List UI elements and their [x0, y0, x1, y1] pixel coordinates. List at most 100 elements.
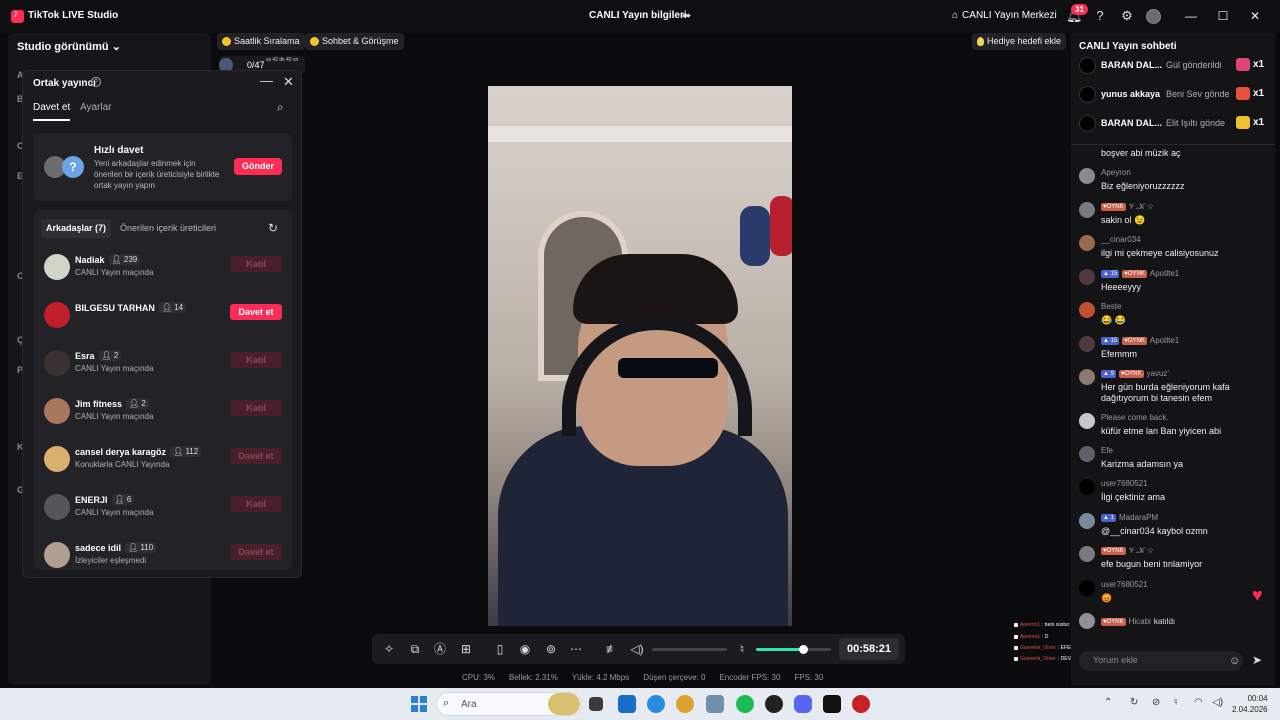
microphone-icon[interactable]: ♮: [1174, 697, 1178, 708]
gift-goal-pill[interactable]: Hediye hedefi ekle: [972, 33, 1067, 50]
minimize-icon[interactable]: —: [260, 73, 273, 88]
chat-user[interactable]: Beste: [1101, 302, 1121, 311]
discord-icon[interactable]: [794, 695, 812, 713]
mic-slider-knob[interactable]: [798, 645, 808, 654]
chat-user[interactable]: Please come back.: [1101, 413, 1169, 422]
chat-user-row: user7680521: [1101, 580, 1148, 589]
speaker-icon[interactable]: ◁): [1212, 697, 1223, 708]
tab-settings[interactable]: Ayarlar: [80, 102, 112, 113]
avatar[interactable]: [1146, 9, 1161, 24]
refresh-icon[interactable]: ↻: [268, 221, 278, 235]
friend-action-button[interactable]: Davet et: [230, 304, 282, 320]
chat-user[interactable]: __cinar034: [1101, 235, 1141, 244]
app-icon[interactable]: [765, 695, 783, 713]
settings-sliders-icon[interactable]: ≢: [604, 641, 620, 657]
chrome-icon[interactable]: [676, 695, 694, 713]
share-icon[interactable]: ➦: [682, 9, 694, 22]
friend-action-button[interactable]: Davet et: [230, 544, 282, 560]
chat-user[interactable]: Efe: [1101, 446, 1113, 455]
fan-club-name: OYNK: [1106, 618, 1124, 625]
tiktok-icon[interactable]: [823, 695, 841, 713]
speaker-icon[interactable]: ◁): [629, 641, 645, 657]
windows-start-icon[interactable]: [411, 696, 427, 712]
hourly-ranking-pill[interactable]: Saatlik Sıralama: [217, 33, 305, 50]
app-icon[interactable]: [706, 695, 724, 713]
minimize-icon[interactable]: —: [1184, 9, 1198, 23]
clock[interactable]: 00:04 2.04.2026: [1232, 693, 1268, 715]
help-icon[interactable]: ?: [1092, 8, 1108, 24]
help-icon[interactable]: ?: [91, 77, 101, 87]
friend-status: CANLI Yayın maçında: [75, 412, 154, 421]
ai-icon[interactable]: Ⓐ: [432, 641, 448, 657]
chevron-up-icon[interactable]: ⌃: [1104, 697, 1112, 708]
title-bar: TikTok LIVE Studio CANLI Yayın bilgileri…: [0, 0, 1280, 33]
overlay-chat-text: : beni sustur: [1042, 622, 1070, 628]
chat-user[interactable]: Hicabi: [1129, 617, 1151, 626]
task-view-icon[interactable]: [589, 697, 603, 711]
chat-user[interactable]: 𝒱.𝒦 ☆: [1129, 202, 1154, 212]
spotify-icon[interactable]: [736, 695, 754, 713]
tab-invite[interactable]: Davet et: [33, 102, 70, 113]
fan-club-badge: ♥OYNK: [1122, 336, 1147, 345]
quick-invite-avatars: ?: [44, 156, 84, 178]
close-icon[interactable]: ✕: [283, 74, 294, 90]
chat-user[interactable]: Apotlte1: [1150, 336, 1179, 345]
friend-action-button[interactable]: Katıl: [230, 256, 282, 272]
network-icon[interactable]: ⊘: [1152, 697, 1160, 708]
search-icon[interactable]: ⌕: [277, 100, 284, 115]
fan-club-badge: ♥OYNK: [1118, 369, 1144, 378]
chat-user[interactable]: Apotlte1: [1150, 269, 1179, 278]
tab-friends[interactable]: Arkadaşlar (7): [41, 219, 112, 238]
mic-slider[interactable]: [756, 645, 831, 654]
maximize-icon[interactable]: ☐: [1216, 9, 1230, 23]
outlook-icon[interactable]: [618, 695, 636, 713]
video-boxing-glove: [740, 206, 770, 266]
gift-count: x1: [1253, 117, 1265, 128]
chat-user[interactable]: user7680521: [1101, 580, 1148, 589]
quick-invite-title: Hızlı davet: [94, 145, 144, 156]
tab-suggested-creators[interactable]: Önerilen içerik üreticileri: [115, 219, 221, 238]
chat-user[interactable]: user7680521: [1101, 479, 1148, 488]
effects-icon[interactable]: ⧉: [407, 641, 423, 657]
live-info-title[interactable]: CANLI Yayın bilgileri: [589, 10, 687, 21]
memory-stat: Bellek: 2.31%: [508, 673, 558, 682]
chat-user[interactable]: yavuz': [1147, 369, 1169, 378]
microphone-icon[interactable]: ♮: [734, 641, 750, 657]
tiktok-live-studio-icon[interactable]: [852, 695, 870, 713]
screenshot-icon[interactable]: ⊚: [543, 641, 559, 657]
record-icon[interactable]: ◉: [517, 641, 533, 657]
comment-input[interactable]: Yorum ekle: [1079, 651, 1243, 671]
avatar: [1079, 580, 1095, 596]
friend-action-button[interactable]: Katıl: [230, 400, 282, 416]
more-icon[interactable]: ⋯: [568, 641, 584, 657]
volume-slider[interactable]: [652, 648, 727, 651]
avatar: [1079, 336, 1095, 352]
live-center-button[interactable]: ⌂ CANLI Yayın Merkezi: [952, 10, 1057, 21]
search-highlight-icon[interactable]: [548, 693, 580, 715]
close-icon[interactable]: ✕: [1248, 9, 1262, 23]
chat-user[interactable]: Apeyron: [1101, 168, 1131, 177]
bulb-icon: [977, 37, 984, 46]
send-button[interactable]: Gönder: [234, 158, 282, 175]
friend-action-button[interactable]: Katıl: [230, 352, 282, 368]
send-icon[interactable]: ➤: [1252, 653, 1262, 667]
gear-icon[interactable]: ⚙: [1119, 8, 1135, 24]
chat-text: Heeeeyyy: [1101, 282, 1142, 292]
chat-user[interactable]: MadaraPM: [1119, 513, 1158, 522]
phone-icon[interactable]: ▯: [492, 641, 508, 657]
cohost-popup: Ortak yayıncı ? — ✕ Davet et Ayarlar ⌕ ?…: [22, 70, 302, 578]
edge-icon[interactable]: [647, 695, 665, 713]
friend-action-button[interactable]: Davet et: [230, 448, 282, 464]
chat-meeting-pill[interactable]: Sohbet & Görüşme: [305, 33, 404, 50]
add-source-icon[interactable]: ⊞: [458, 641, 474, 657]
magic-icon[interactable]: ✧: [381, 641, 397, 657]
wifi-icon[interactable]: ◠: [1194, 697, 1203, 708]
fan-club-badge: ♥OYNK: [1122, 269, 1147, 278]
friend-action-button[interactable]: Katıl: [230, 496, 282, 512]
sync-icon[interactable]: ↻: [1130, 697, 1138, 708]
video-cornice: [488, 126, 792, 142]
studio-view-dropdown[interactable]: Studio görünümü ⌄: [17, 40, 121, 53]
chat-user[interactable]: 𝒱.𝒦 ☆: [1129, 546, 1154, 556]
chat-icon: [310, 37, 319, 46]
emoji-icon[interactable]: ☺: [1229, 655, 1240, 667]
